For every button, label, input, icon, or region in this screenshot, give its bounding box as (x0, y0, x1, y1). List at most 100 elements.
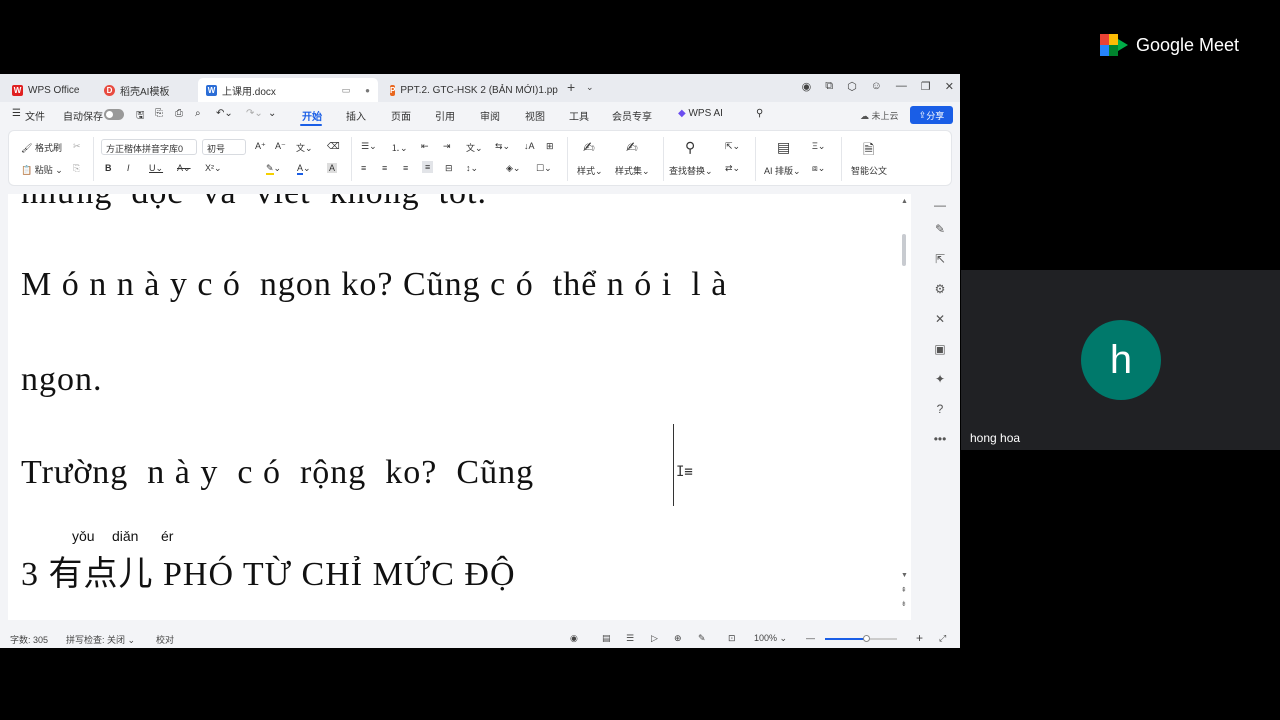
proofread-button[interactable]: 校对 (156, 633, 174, 646)
more-icon[interactable]: ••• (933, 432, 947, 446)
tools-icon[interactable]: ✕ (933, 312, 947, 326)
justify-icon[interactable]: ≡ (422, 161, 434, 173)
share-button[interactable]: ⇪ 分享 (910, 106, 953, 124)
menu-references[interactable]: 引用 (435, 108, 455, 123)
find-replace-button[interactable]: 查找替换⌄ (669, 164, 713, 177)
play-icon[interactable]: ▷ (651, 633, 658, 644)
shrink-font-icon[interactable]: A⁻ (275, 141, 286, 152)
cube-icon[interactable]: ⬡ (847, 80, 857, 93)
print-icon[interactable]: ⎙ (175, 108, 183, 119)
tab-presentation[interactable]: P PPT.2. GTC-HSK 2 (BẢN MỚI)1.pp (382, 78, 560, 102)
menu-view[interactable]: 视图 (525, 108, 545, 123)
next-page-icon[interactable]: ⇟ (901, 600, 907, 608)
distributed-icon[interactable]: ⊟ (445, 163, 453, 174)
adjust-sliders-icon[interactable]: ⚙ (933, 282, 947, 296)
zoom-slider-knob[interactable] (863, 635, 870, 642)
tab-document[interactable]: W 上课用.docx ▭ ● (198, 78, 378, 102)
tab-wps-office[interactable]: W WPS Office (4, 78, 88, 102)
autosave-toggle[interactable] (104, 109, 124, 120)
superscript-icon[interactable]: X²⌄ (205, 163, 222, 174)
new-tab-plus-icon[interactable]: + (567, 79, 575, 95)
select-cursor-icon[interactable]: ⇱ (933, 252, 947, 266)
search-icon[interactable]: ⚲ (756, 108, 763, 119)
menu-home[interactable]: 开始 (302, 108, 322, 123)
wps-ai-button[interactable]: ◆ WPS AI (678, 108, 723, 119)
strikethrough-icon[interactable]: A⌄ (177, 163, 191, 174)
format-painter-button[interactable]: 🖌 格式刷 (21, 141, 62, 154)
underline-icon[interactable]: U⌄ (149, 163, 163, 174)
font-size-select[interactable]: 初号 (202, 139, 246, 155)
char-shading-icon[interactable]: A (327, 163, 338, 173)
save-icon[interactable]: 🖫 (136, 108, 145, 125)
menu-insert[interactable]: 插入 (346, 108, 366, 123)
decrease-indent-icon[interactable]: ⇤ (421, 141, 429, 152)
align-right-icon[interactable]: ≡ (403, 163, 408, 173)
tab-list-chevron-icon[interactable]: ⌄ (586, 82, 594, 93)
word-count[interactable]: 字数: 305 (10, 633, 48, 646)
select-icon[interactable]: ⇱⌄ (725, 141, 740, 152)
clear-format-icon[interactable]: ✂ (73, 141, 81, 152)
tab-docer-templates[interactable]: D 稻壳AI模板 (96, 78, 177, 102)
font-name-select[interactable]: 方正楷体拼音字库0 (101, 139, 197, 155)
redo-icon[interactable]: ↷⌄ (246, 108, 263, 119)
align-center-icon[interactable]: ≡ (382, 163, 387, 173)
help-icon[interactable]: ? (933, 402, 947, 416)
smart-doc-button[interactable]: 智能公文 (851, 164, 887, 177)
font-color-icon[interactable]: A⌄ (297, 163, 311, 175)
spell-check-status[interactable]: 拼写检查: 关闭 ⌄ (66, 633, 135, 646)
zoom-in-icon[interactable]: + (916, 631, 923, 645)
more-chevron-icon[interactable]: ⌄ (268, 108, 276, 119)
fit-page-icon[interactable]: ⊡ (728, 633, 736, 644)
shading-icon[interactable]: ◈⌄ (506, 163, 520, 174)
collapse-icon[interactable]: — (933, 198, 947, 212)
close-icon[interactable]: ✕ (945, 80, 954, 93)
scroll-down-icon[interactable]: ▼ (901, 572, 908, 579)
hamburger-icon[interactable]: ☰ (12, 108, 21, 119)
eye-icon[interactable]: ◉ (570, 633, 578, 644)
bullets-icon[interactable]: ☰⌄ (361, 141, 377, 152)
italic-icon[interactable]: I (127, 163, 130, 173)
ai-layout-button[interactable]: AI 排版⌄ (764, 164, 801, 177)
menu-file[interactable]: 文件 (25, 108, 45, 123)
text-direction-icon[interactable]: ⇆⌄ (495, 141, 510, 152)
menu-review[interactable]: 审阅 (480, 108, 500, 123)
copy-icon[interactable]: ⎘ (73, 163, 80, 174)
scroll-up-icon[interactable]: ▲ (901, 198, 908, 205)
participant-tile[interactable]: h hong hoa (961, 270, 1280, 450)
style-set-button[interactable]: 样式集⌄ (615, 164, 650, 177)
numbering-icon[interactable]: ⒈⌄ (391, 141, 408, 154)
window-icon[interactable]: ▭ (342, 85, 351, 96)
export-icon[interactable]: ⎘ (155, 108, 163, 119)
highlight-icon[interactable]: ✎⌄ (266, 163, 281, 175)
user-avatar-icon[interactable]: ☺ (871, 80, 882, 93)
align-left-icon[interactable]: ≡ (361, 163, 366, 173)
cloud-status-button[interactable]: ☁ 未上云 (860, 109, 899, 122)
increase-indent-icon[interactable]: ⇥ (443, 141, 451, 152)
layout-tool-icon[interactable]: ⧈⌄ (812, 163, 825, 174)
page-view-icon[interactable]: ▤ (602, 633, 611, 644)
menu-page[interactable]: 页面 (391, 108, 411, 123)
show-marks-icon[interactable]: ⊞ (546, 141, 554, 152)
web-view-icon[interactable]: ⊕ (674, 633, 682, 644)
pen-mode-icon[interactable]: ✎ (698, 633, 706, 644)
line-spacing-icon[interactable]: ↕⌄ (466, 163, 478, 174)
undo-icon[interactable]: ↶⌄ (216, 108, 233, 119)
paste-button[interactable]: 📋 粘贴 ⌄ (21, 163, 63, 176)
outline-view-icon[interactable]: ☰ (626, 633, 634, 644)
screen-icon[interactable]: ⧉ (825, 80, 833, 93)
vertical-scrollbar[interactable]: ▲ ▼ ⇞ ⇟ (898, 194, 910, 620)
styles-button[interactable]: 样式⌄ (577, 164, 603, 177)
menu-tools[interactable]: 工具 (569, 108, 589, 123)
bold-icon[interactable]: B (105, 163, 112, 173)
text-tool-icon[interactable]: Ξ⌄ (812, 141, 825, 152)
preview-icon[interactable]: ⌕ (195, 108, 201, 119)
asian-layout-icon[interactable]: 文⌄ (466, 141, 483, 154)
borders-icon[interactable]: ☐⌄ (536, 163, 552, 174)
puzzle-icon[interactable]: ✦ (933, 372, 947, 386)
zoom-level[interactable]: 100% ⌄ (754, 633, 787, 644)
restore-icon[interactable]: ❐ (921, 80, 931, 93)
unsaved-dot-icon[interactable]: ● (365, 86, 370, 95)
sort-icon[interactable]: ↓A (524, 141, 535, 151)
scrollbar-thumb[interactable] (902, 234, 906, 266)
prev-page-icon[interactable]: ⇞ (901, 586, 907, 594)
